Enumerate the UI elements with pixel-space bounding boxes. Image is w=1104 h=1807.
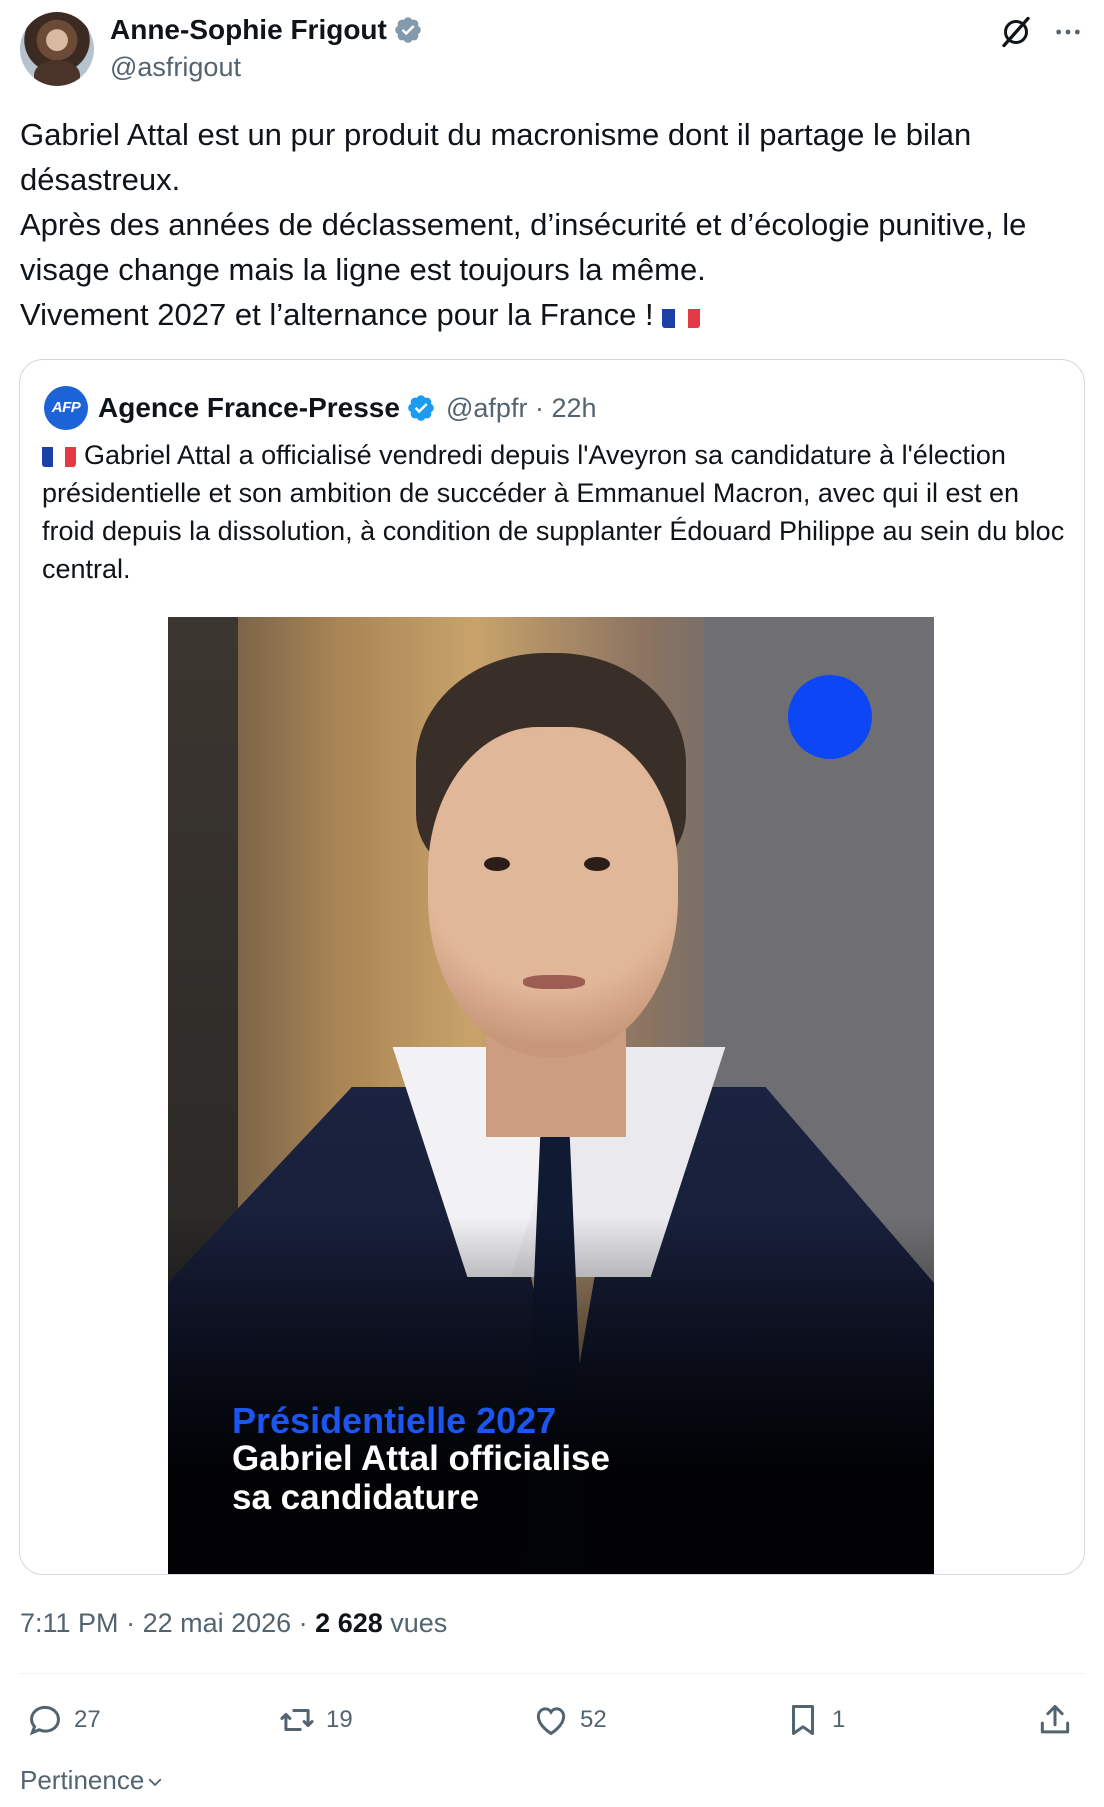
sort-label: Pertinence <box>20 1765 145 1795</box>
meta-separator: · <box>527 393 552 423</box>
repost-count: 19 <box>326 1706 353 1733</box>
tweet-body: Gabriel Attal est un pur produit du macr… <box>20 117 1027 332</box>
quoted-media-image[interactable]: Présidentielle 2027 Gabriel Attal offici… <box>168 617 934 1574</box>
views-count: 2 628 <box>315 1608 383 1638</box>
author-name-row[interactable]: Anne-Sophie Frigout <box>110 12 423 48</box>
chevron-down-icon <box>149 1778 162 1786</box>
like-icon <box>536 1707 566 1736</box>
tweet-text: Gabriel Attal est un pur produit du macr… <box>20 112 1090 337</box>
avatar[interactable] <box>20 12 94 86</box>
recording-dot <box>788 675 872 759</box>
quoted-author-name-row: Agence France-Presse <box>98 390 436 426</box>
reply-icon <box>29 1705 60 1736</box>
like-count: 52 <box>580 1706 607 1733</box>
meta-separator: · <box>118 1608 143 1638</box>
france-flag-icon <box>42 443 76 467</box>
media-caption-title: Présidentielle 2027 <box>232 1400 557 1441</box>
verified-badge-icon <box>395 17 421 43</box>
tweet-timestamp: 7:11 PM · 22 mai 2026 · 2 628 vues <box>20 1605 447 1641</box>
verified-badge-icon <box>408 395 434 421</box>
views-label: vues <box>390 1608 448 1638</box>
bookmark-button[interactable]: 1 <box>784 1700 845 1740</box>
reply-button[interactable]: 27 <box>26 1700 101 1740</box>
meta-separator: · <box>291 1608 316 1638</box>
more-icon[interactable] <box>1050 16 1086 48</box>
quoted-time: 22h <box>551 393 597 423</box>
repost-icon <box>280 1708 314 1732</box>
divider <box>20 1673 1084 1674</box>
like-button[interactable]: 52 <box>532 1700 607 1740</box>
quoted-text: Gabriel Attal a officialisé vendredi dep… <box>42 436 1072 588</box>
quoted-author-name: Agence France-Presse <box>98 392 400 423</box>
author-handle[interactable]: @asfrigout <box>110 50 241 84</box>
author-name[interactable]: Anne-Sophie Frigout <box>110 14 387 45</box>
quoted-meta: @afpfr · 22h <box>446 390 597 426</box>
sort-dropdown[interactable]: Pertinence <box>20 1762 164 1798</box>
share-button[interactable] <box>1036 1700 1084 1740</box>
grok-icon[interactable] <box>998 14 1034 50</box>
tweet-date[interactable]: 22 mai 2026 <box>143 1608 292 1638</box>
reply-count: 27 <box>74 1706 101 1733</box>
media-caption-text: Gabriel Attal officialise sa candidature <box>232 1439 610 1517</box>
quoted-handle: @afpfr <box>446 393 528 423</box>
afp-avatar[interactable]: AFP <box>44 386 88 430</box>
tweet-time[interactable]: 7:11 PM <box>20 1608 119 1638</box>
bookmark-count: 1 <box>832 1706 846 1733</box>
bookmark-icon <box>791 1705 815 1735</box>
repost-button[interactable]: 19 <box>278 1700 353 1740</box>
quoted-tweet-card[interactable]: AFP Agence France-Presse @afpfr · 22h Ga… <box>19 359 1085 1575</box>
france-flag-icon <box>662 302 701 328</box>
share-icon <box>1040 1705 1070 1734</box>
quoted-body: Gabriel Attal a officialisé vendredi dep… <box>42 440 1072 584</box>
